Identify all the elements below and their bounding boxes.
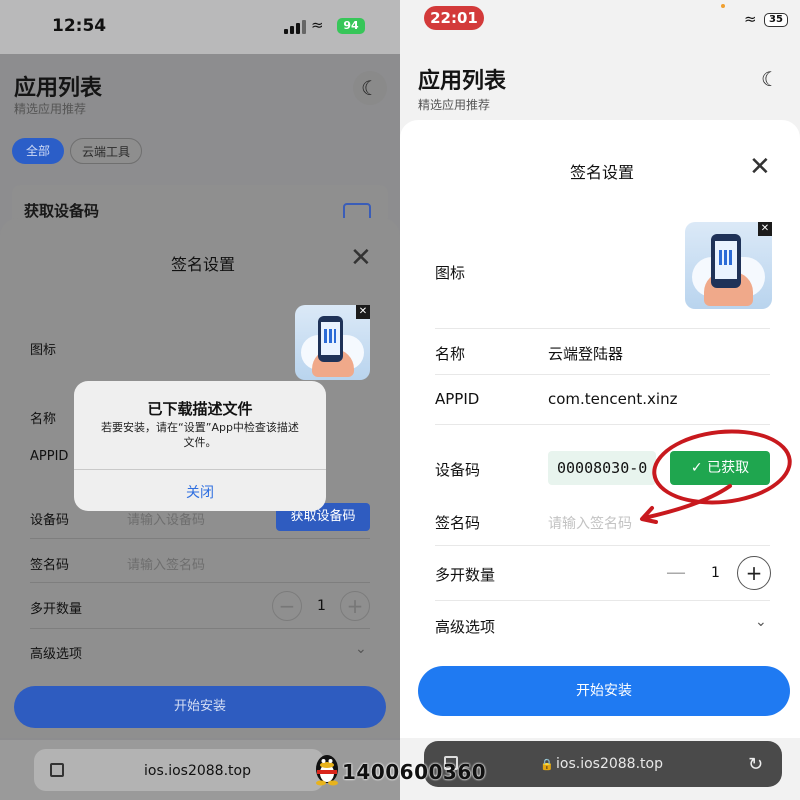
increment-button[interactable]: +: [340, 591, 370, 621]
appid-label: APPID: [30, 449, 69, 464]
remove-icon[interactable]: ✕: [356, 305, 370, 319]
right-screenshot: 22:01 ≈ 35 应用列表 精选应用推荐 ☾ 签名设置 ✕ 图标 ✕ 名称 …: [400, 0, 800, 800]
url-text: ios.ios2088.top: [144, 763, 251, 779]
sign-code-input[interactable]: 请输入签名码: [127, 554, 205, 573]
recording-indicator-icon: [721, 4, 725, 8]
profile-downloaded-alert: 已下载描述文件 若要安装，请在“设置”App中检查该描述文件。 关闭: [74, 381, 326, 511]
close-icon[interactable]: ✕: [350, 245, 372, 271]
close-icon[interactable]: ✕: [749, 154, 771, 180]
device-code-input[interactable]: 00008030-0: [548, 451, 656, 485]
increment-button[interactable]: +: [737, 556, 771, 590]
red-annotation-arrow: [640, 484, 732, 524]
status-time: 12:54: [52, 16, 107, 36]
dark-mode-moon-icon[interactable]: ☾: [353, 71, 387, 105]
watermark-number: 1400600360: [342, 760, 487, 784]
start-install-button[interactable]: 开始安装: [14, 686, 386, 728]
filter-cloud-tools[interactable]: 云端工具: [70, 138, 142, 164]
decrement-button[interactable]: —: [666, 560, 686, 584]
multi-count-label: 多开数量: [435, 566, 496, 584]
left-screenshot: 12:54 ≈ 94 应用列表 精选应用推荐 ☾ 全部 云端工具 获取设备码 签…: [0, 0, 400, 800]
status-bar: 22:01 ≈ 35: [400, 0, 800, 54]
advanced-options-label: 高级选项: [435, 618, 496, 636]
sheet-title: 签名设置: [171, 255, 236, 274]
divider: [435, 328, 770, 329]
divider: [435, 600, 770, 601]
divider: [30, 538, 370, 539]
divider: [30, 582, 370, 583]
remove-icon[interactable]: ✕: [758, 222, 772, 236]
multi-count-value: 1: [711, 565, 720, 581]
device-code-label: 设备码: [30, 513, 70, 528]
wifi-icon: ≈: [311, 16, 324, 34]
url-text: ios.ios2088.top: [556, 756, 663, 772]
divider: [435, 424, 770, 425]
page-subtitle: 精选应用推荐: [14, 102, 87, 116]
tabs-icon[interactable]: [50, 763, 64, 777]
reload-icon[interactable]: ↻: [748, 754, 763, 775]
decrement-button[interactable]: −: [272, 591, 302, 621]
multi-count-value: 1: [317, 598, 326, 614]
sign-code-input[interactable]: 请输入签名码: [548, 513, 632, 533]
appid-value: com.tencent.xinz: [548, 390, 678, 408]
page-subtitle: 精选应用推荐: [418, 98, 491, 112]
battery-icon: 94: [337, 18, 365, 34]
alert-close-button[interactable]: 关闭: [74, 482, 326, 502]
sheet-title: 签名设置: [570, 163, 635, 182]
sign-code-label: 签名码: [30, 558, 70, 573]
divider: [74, 469, 326, 470]
page-title: 应用列表: [14, 76, 103, 101]
qq-penguin-icon: [316, 755, 338, 786]
advanced-options-label: 高级选项: [30, 647, 83, 662]
dark-mode-moon-icon[interactable]: ☾: [753, 62, 787, 96]
status-time: 22:01: [424, 6, 484, 30]
page-title: 应用列表: [418, 69, 507, 94]
device-code-label: 设备码: [435, 461, 481, 479]
name-value: 云端登陆器: [548, 345, 624, 363]
chevron-down-icon[interactable]: ⌄: [755, 614, 767, 630]
name-label: 名称: [435, 345, 466, 363]
filter-all[interactable]: 全部: [12, 138, 64, 164]
name-label: 名称: [30, 412, 57, 427]
sign-code-label: 签名码: [435, 514, 481, 532]
appid-label: APPID: [435, 390, 480, 408]
icon-label: 图标: [30, 343, 57, 358]
chevron-down-icon[interactable]: ⌄: [355, 641, 367, 657]
alert-message: 若要安装，请在“设置”App中检查该描述文件。: [101, 421, 299, 449]
status-bar: 12:54 ≈ 94: [0, 0, 400, 54]
alert-title: 已下载描述文件: [147, 400, 253, 418]
device-code-input[interactable]: 请输入设备码: [127, 509, 205, 528]
divider: [435, 545, 770, 546]
multi-count-label: 多开数量: [30, 602, 83, 617]
divider: [435, 374, 770, 375]
lock-icon: 🔒: [540, 758, 554, 771]
start-install-button[interactable]: 开始安装: [418, 666, 790, 716]
cellular-signal-icon: [284, 20, 306, 34]
wifi-icon: ≈: [744, 10, 757, 28]
icon-label: 图标: [435, 264, 466, 282]
battery-icon: 35: [764, 13, 788, 27]
divider: [30, 628, 370, 629]
